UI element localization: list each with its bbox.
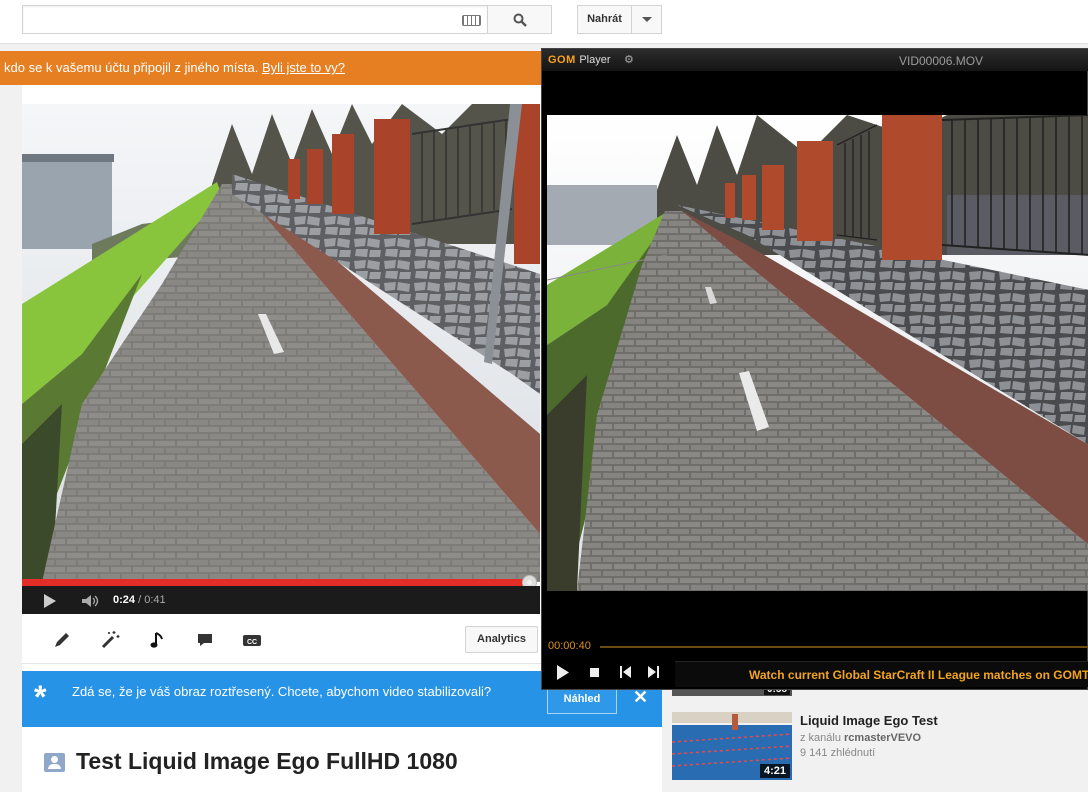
gom-video-frame[interactable] — [547, 115, 1088, 591]
gom-logo: GOM Player — [548, 54, 611, 66]
svg-text:CC: CC — [247, 639, 257, 646]
search-icon — [513, 13, 527, 27]
gom-video-scene — [547, 115, 1088, 591]
channel-prefix: z kanálu — [800, 732, 845, 744]
gear-icon[interactable]: ⚙ — [624, 53, 634, 66]
play-icon[interactable] — [556, 665, 570, 680]
keyboard-icon[interactable] — [462, 15, 481, 26]
search-input[interactable] — [22, 5, 487, 34]
time-display: 0:24 / 0:41 — [113, 594, 166, 606]
magic-wand-icon[interactable] — [100, 630, 120, 650]
gom-seek-bar[interactable] — [600, 646, 1088, 648]
video-scene — [22, 104, 540, 582]
time-separator: / — [135, 594, 145, 606]
upload-menu-button[interactable] — [632, 5, 662, 34]
channel-name[interactable]: rcmasterVEVO — [844, 732, 921, 744]
related-duration: 4:21 — [759, 764, 790, 778]
stabilize-message: Zdá se, že je váš obraz roztřesený. Chce… — [72, 684, 492, 699]
screen: Nahrát kdo se k vašemu účtu připojil z j… — [0, 0, 1088, 792]
gom-titlebar[interactable]: GOM Player ⚙ VID00006.MOV — [542, 49, 1088, 71]
analytics-button[interactable]: Analytics — [465, 626, 538, 653]
search-button[interactable] — [487, 5, 552, 34]
related-views: 9 141 zhlédnutí — [800, 747, 876, 759]
gom-time-display: 00:00:40 — [548, 640, 591, 652]
gom-filename: VID00006.MOV — [899, 54, 984, 68]
play-icon[interactable] — [44, 594, 56, 608]
user-profile-icon[interactable] — [44, 753, 65, 772]
alert-text: kdo se k vašemu účtu připojil z jiného m… — [4, 60, 262, 75]
cc-icon[interactable]: CC — [242, 630, 262, 650]
stop-icon[interactable] — [590, 668, 599, 677]
video-title-row: Test Liquid Image Ego FullHD 1080 — [22, 737, 662, 792]
related-thumbnail[interactable]: 4:21 — [672, 712, 792, 780]
gom-logo-text: GOM — [548, 54, 576, 66]
related-channel: z kanálu rcmasterVEVO — [800, 732, 921, 744]
upload-button[interactable]: Nahrát — [577, 5, 632, 34]
player-controls: 0:24 / 0:41 — [22, 586, 540, 614]
close-icon[interactable]: ✕ — [633, 687, 648, 707]
gom-logo-suffix: Player — [579, 54, 611, 66]
video-title: Test Liquid Image Ego FullHD 1080 — [76, 748, 458, 774]
current-time: 0:24 — [113, 594, 136, 606]
related-video-item[interactable]: 4:21 Liquid Image Ego Test z kanálu rcma… — [672, 712, 1088, 782]
previous-icon[interactable] — [620, 666, 631, 678]
duration: 0:41 — [144, 594, 166, 606]
youtube-header: Nahrát — [0, 0, 1088, 44]
speech-bubble-icon[interactable] — [195, 630, 215, 650]
gom-ad-ticker[interactable]: Watch current Global StarCraft II League… — [675, 661, 1088, 687]
gom-player-window: GOM Player ⚙ VID00006.MOV 00:00:40 Watch… — [541, 48, 1088, 690]
account-alert-banner: kdo se k vašemu účtu připojil z jiného m… — [0, 51, 560, 85]
progress-bar[interactable] — [22, 579, 530, 586]
volume-icon[interactable] — [82, 595, 100, 607]
asterisk-icon: * — [34, 679, 47, 715]
youtube-video-frame[interactable] — [22, 104, 540, 582]
music-note-icon[interactable] — [148, 630, 168, 650]
next-icon[interactable] — [648, 666, 659, 678]
gom-ticker-text: Watch current Global StarCraft II League… — [749, 668, 1088, 682]
related-title[interactable]: Liquid Image Ego Test — [800, 713, 938, 728]
alert-link[interactable]: Byli jste to vy? — [262, 60, 345, 75]
pencil-icon[interactable] — [52, 630, 72, 650]
